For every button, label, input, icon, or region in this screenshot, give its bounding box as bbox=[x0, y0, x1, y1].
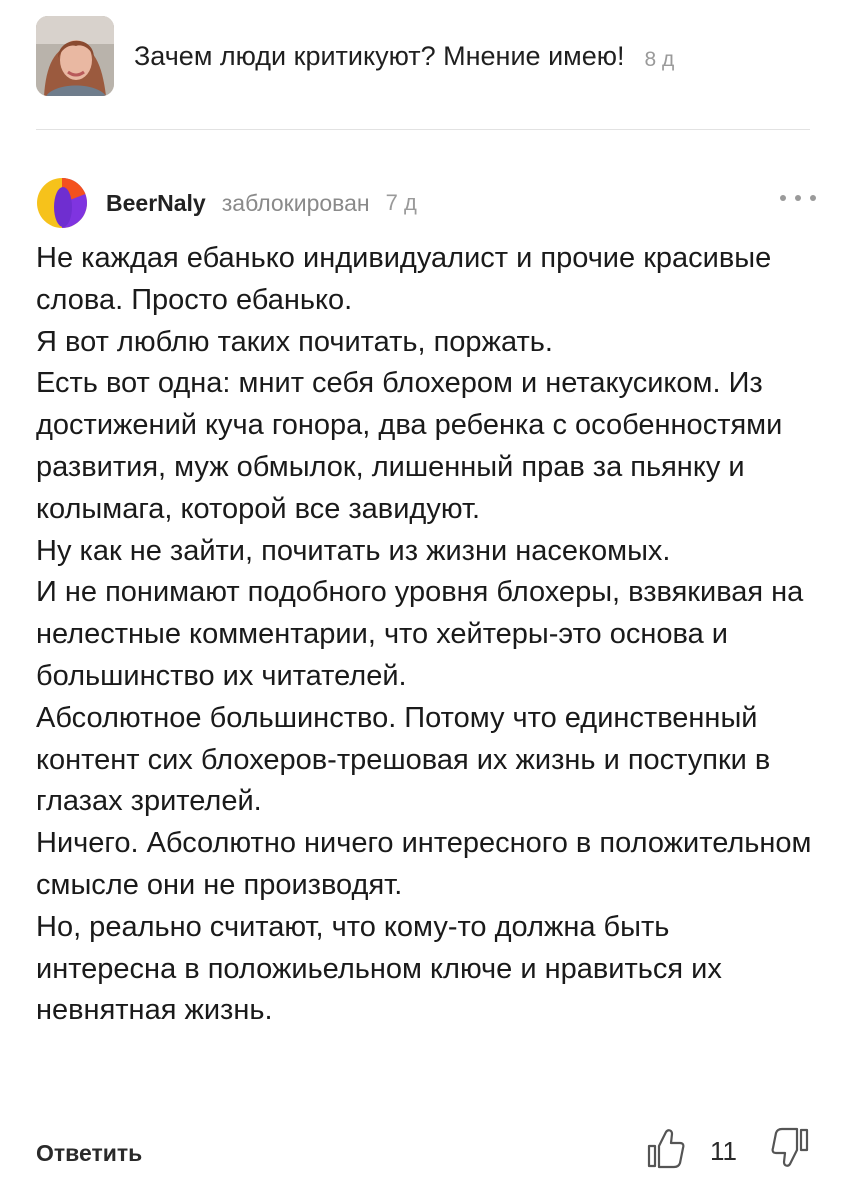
dot bbox=[795, 195, 801, 201]
comment-meta: BeerNaly заблокирован 7 д bbox=[36, 176, 816, 230]
comment-paragraph: Я вот люблю таких почитать, поржать. bbox=[36, 325, 553, 358]
thumbs-up-icon[interactable] bbox=[646, 1126, 686, 1170]
comment-body: Не каждая ебанько индивидуалист и прочие… bbox=[36, 238, 816, 1032]
post-author-avatar[interactable] bbox=[36, 16, 114, 96]
like-count: 11 bbox=[710, 1136, 737, 1166]
more-dots-icon[interactable] bbox=[780, 188, 816, 208]
user-photo-avatar-icon bbox=[36, 16, 114, 96]
dot bbox=[780, 195, 786, 201]
thumbs-down-icon[interactable] bbox=[770, 1126, 810, 1170]
post-header[interactable]: Зачем люди критикуют? Мнение имею! 8 д bbox=[36, 14, 816, 98]
comment-paragraph: Абсолютное большинство. Потому что единс… bbox=[36, 701, 771, 818]
dot bbox=[810, 195, 816, 201]
comment-paragraph: Ну как не зайти, почитать из жизни насек… bbox=[36, 534, 671, 567]
post-age: 8 д bbox=[644, 48, 675, 71]
comment-actions: Ответить 11 bbox=[36, 1126, 816, 1182]
divider bbox=[36, 129, 810, 130]
comment-paragraph: Есть вот одна: мнит себя блохером и нета… bbox=[36, 367, 783, 525]
comment-paragraph: Но, реально считают, что кому-то должна … bbox=[36, 910, 722, 1027]
commenter-username[interactable]: BeerNaly bbox=[106, 190, 206, 217]
comment-paragraph: Ничего. Абсолютно ничего интересного в п… bbox=[36, 827, 812, 901]
commenter-avatar[interactable] bbox=[36, 177, 88, 229]
commenter-status: заблокирован bbox=[221, 189, 370, 216]
post-title[interactable]: Зачем люди критикуют? Мнение имею! bbox=[134, 41, 624, 72]
comment-paragraph: Не каждая ебанько индивидуалист и прочие… bbox=[36, 242, 772, 316]
comment-age: 7 д bbox=[385, 190, 417, 215]
comment-paragraph: И не понимают подобного уровня блохеры, … bbox=[36, 576, 804, 692]
reply-button[interactable]: Ответить bbox=[36, 1140, 142, 1167]
multicolor-circle-avatar-icon bbox=[37, 178, 87, 228]
